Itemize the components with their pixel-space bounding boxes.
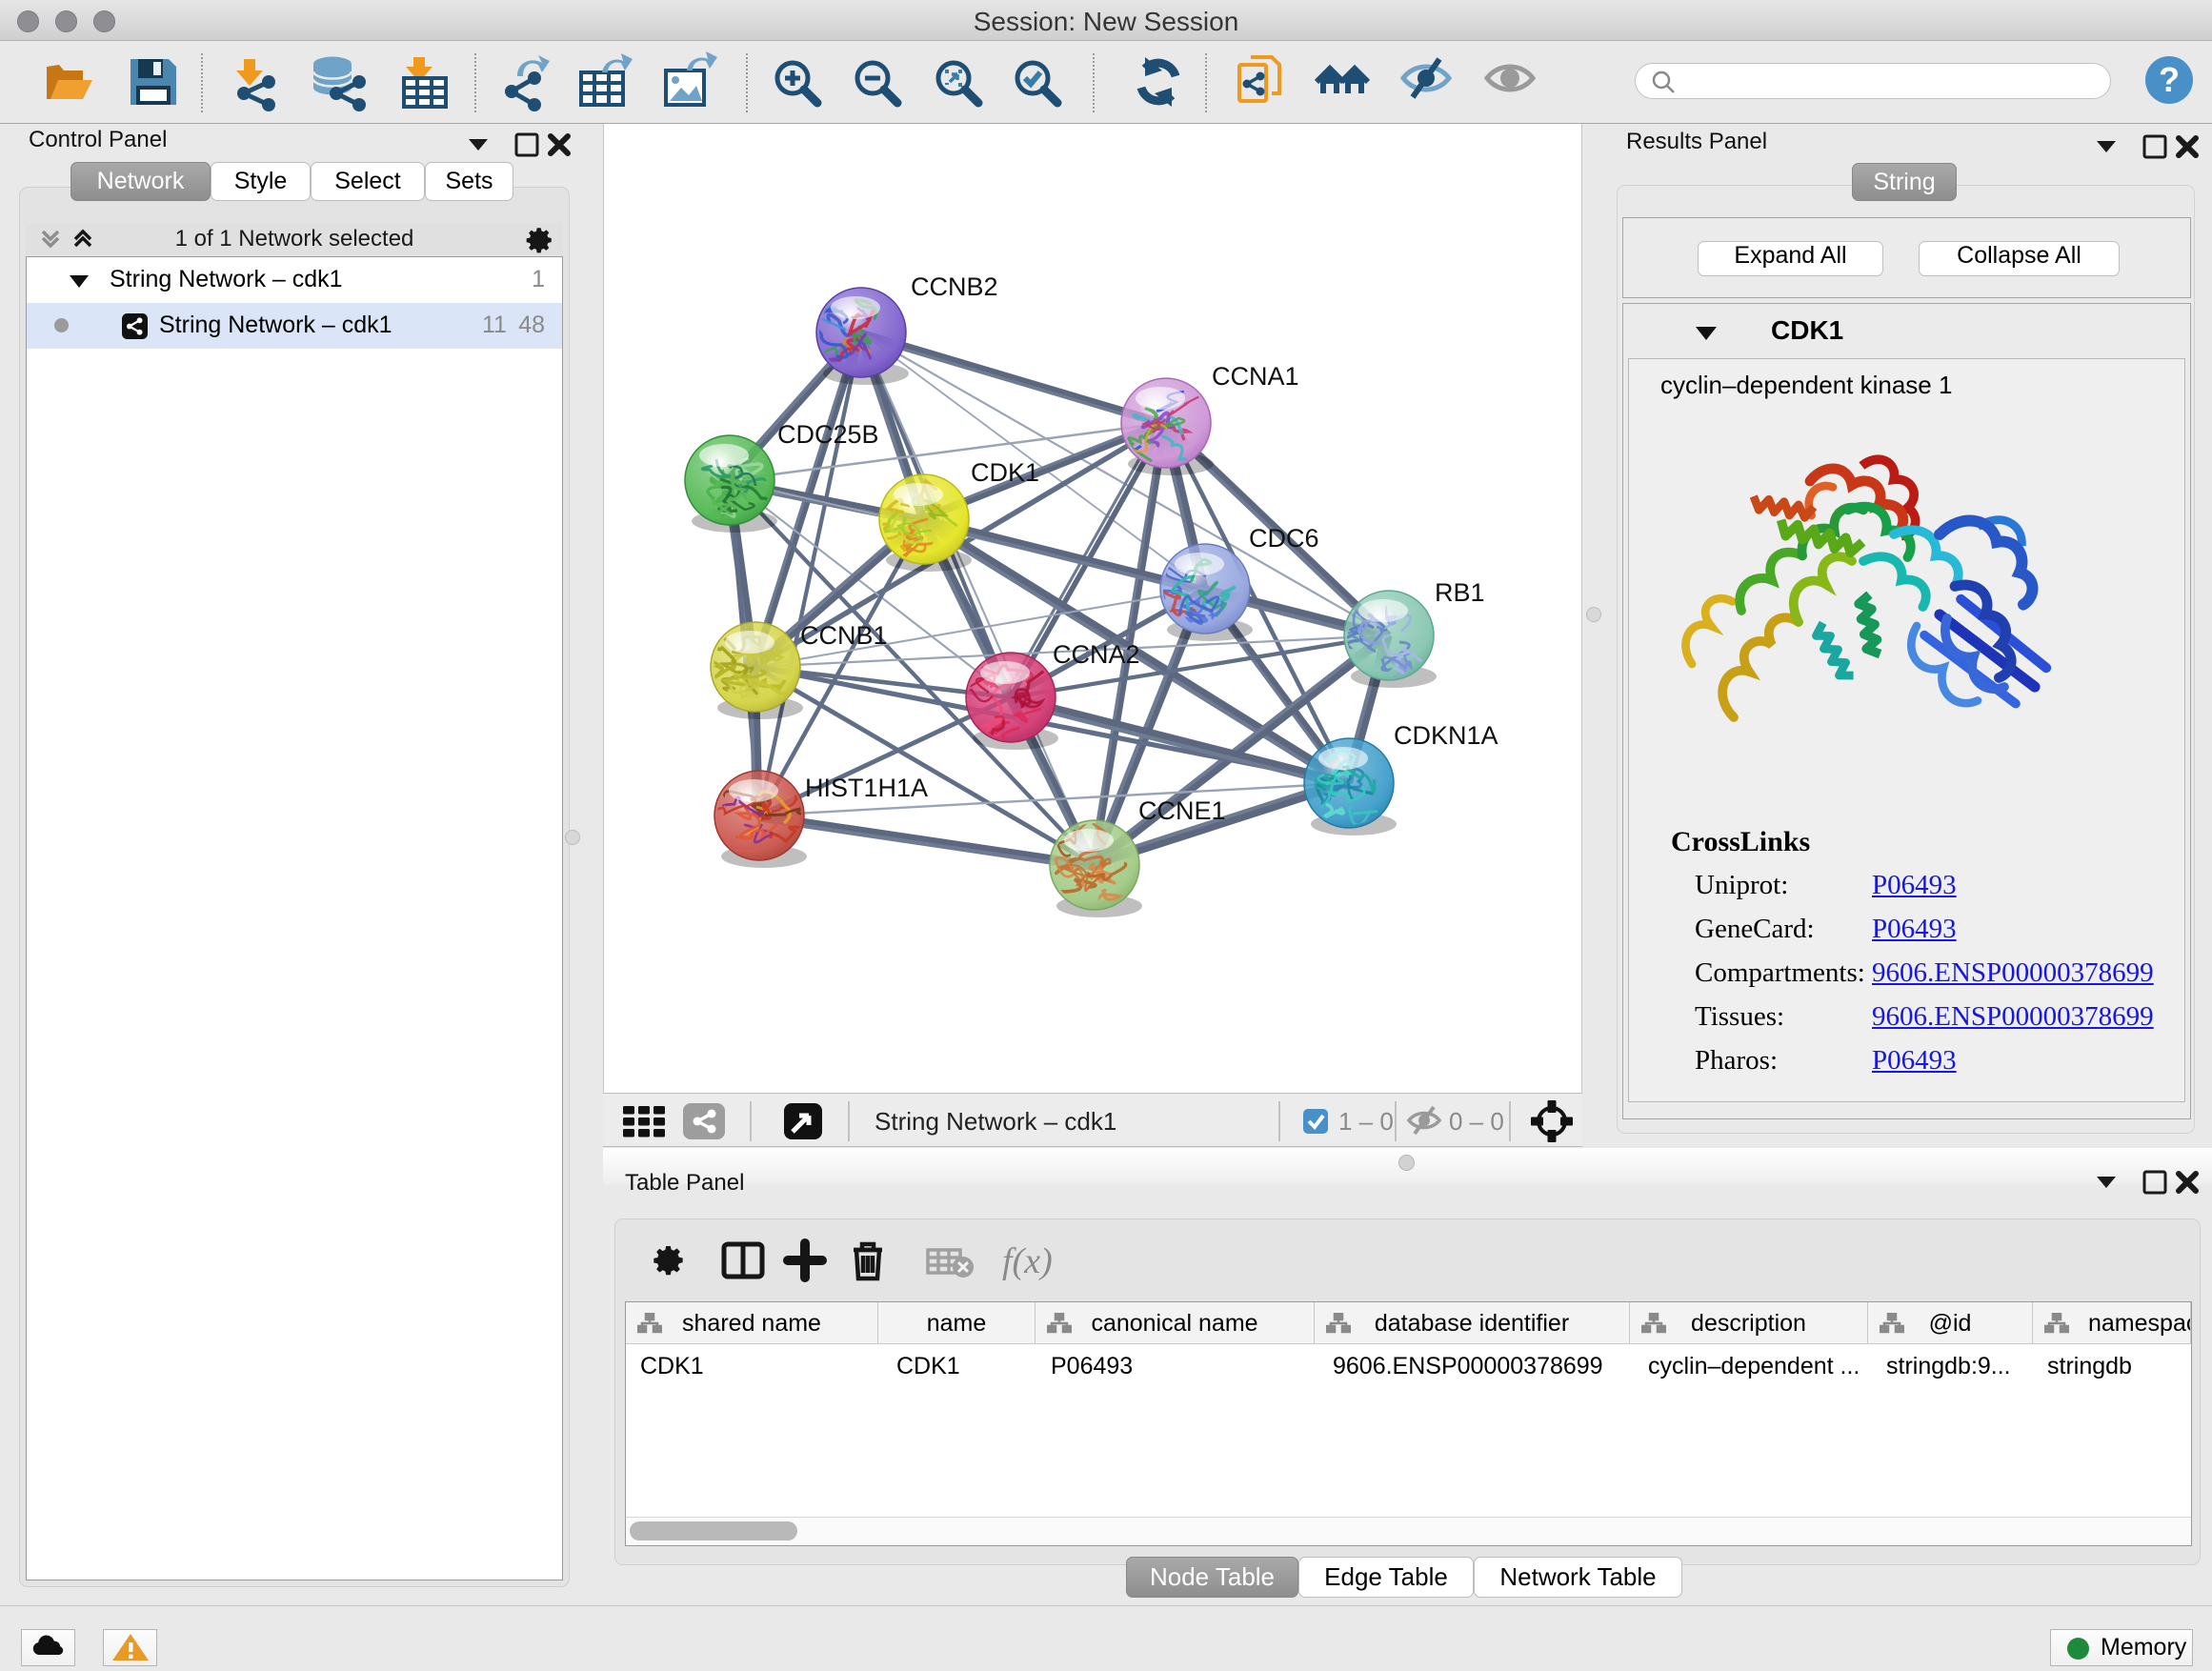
- svg-text:?: ?: [2159, 60, 2180, 99]
- svg-text:CCNB1: CCNB1: [800, 621, 888, 650]
- svg-text:CCNA1: CCNA1: [1212, 362, 1299, 391]
- svg-text:0 – 0: 0 – 0: [1449, 1107, 1504, 1136]
- svg-text:RB1: RB1: [1435, 578, 1485, 607]
- svg-text:CDK1: CDK1: [971, 458, 1039, 487]
- svg-text:CCNB2: CCNB2: [911, 272, 998, 301]
- svg-text:1 – 0: 1 – 0: [1338, 1107, 1394, 1136]
- svg-text:CDKN1A: CDKN1A: [1394, 721, 1498, 750]
- svg-text:HIST1H1A: HIST1H1A: [805, 774, 928, 802]
- svg-text:CDC25B: CDC25B: [777, 420, 879, 449]
- svg-text:f(x): f(x): [1002, 1241, 1053, 1281]
- svg-text:CCNA2: CCNA2: [1053, 640, 1140, 669]
- svg-text:CCNE1: CCNE1: [1138, 796, 1226, 825]
- svg-text:String Network – cdk1: String Network – cdk1: [875, 1107, 1116, 1136]
- svg-text:CDC6: CDC6: [1249, 524, 1319, 553]
